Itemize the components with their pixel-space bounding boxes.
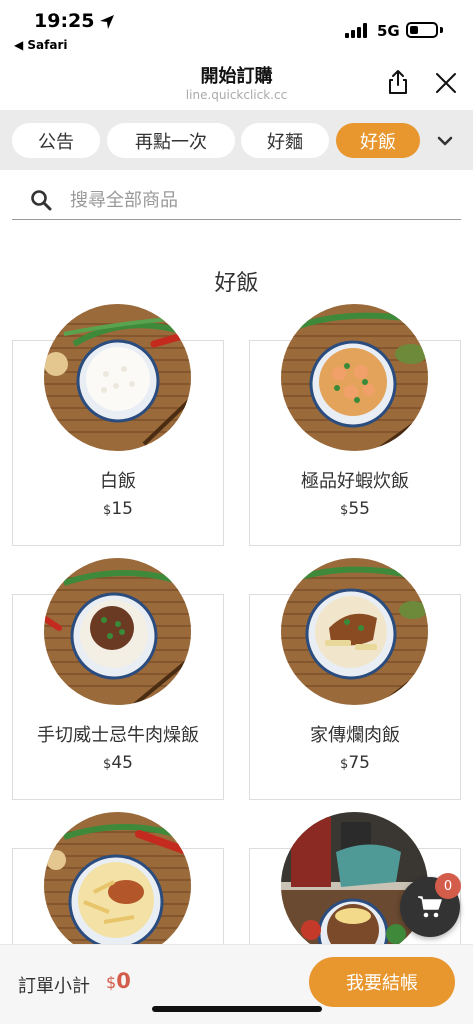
product-price: $45 [103,753,133,773]
tab-rice[interactable]: 好飯 [336,123,420,158]
cart-count-badge: 0 [435,873,461,899]
product-name: 極品好蝦炊飯 [301,471,409,492]
subtotal-label: 訂單小計 [18,976,90,997]
signal-icon [345,22,371,38]
search-bar [12,180,461,220]
tab-announcement[interactable]: 公告 [12,123,100,158]
product-image[interactable] [44,558,191,705]
category-tabs: 公告 再點一次 好麵 好飯 [0,110,473,170]
network-type: 5G [377,22,400,40]
product-name: 白飯 [100,471,136,492]
product-name: 手切威士忌牛肉燥飯 [37,725,199,746]
location-arrow-icon [100,15,114,29]
section-title: 好飯 [214,271,259,296]
product-price: $55 [340,499,370,519]
search-input[interactable] [70,185,450,215]
product-image[interactable] [44,304,191,451]
status-bar: 19:25 ◀ Safari 5G [0,0,473,58]
back-to-safari-link[interactable]: ◀ Safari [14,38,68,52]
battery-icon [406,22,438,38]
status-time: 19:25 [34,10,95,32]
product-image[interactable] [281,304,428,451]
battery-cap [440,27,443,33]
cart-icon [418,896,442,918]
home-indicator [152,1006,322,1012]
search-icon [31,190,52,211]
product-name: 家傳爛肉飯 [310,725,400,746]
product-price: $15 [103,499,133,519]
product-image[interactable] [281,812,428,959]
product-image[interactable] [44,812,191,959]
tab-reorder[interactable]: 再點一次 [107,123,235,158]
product-image[interactable] [281,558,428,705]
header: 開始訂購 line.quickclick.cc [0,58,473,110]
close-icon[interactable] [433,70,459,96]
order-summary-bar: 訂單小計 $0 我要結帳 [0,944,473,1024]
tab-noodles[interactable]: 好麵 [241,123,329,158]
product-price: $75 [340,753,370,773]
share-icon[interactable] [384,68,412,96]
chevron-down-icon[interactable] [436,132,454,150]
checkout-button[interactable]: 我要結帳 [309,957,455,1007]
subtotal-value: $0 [106,969,131,993]
